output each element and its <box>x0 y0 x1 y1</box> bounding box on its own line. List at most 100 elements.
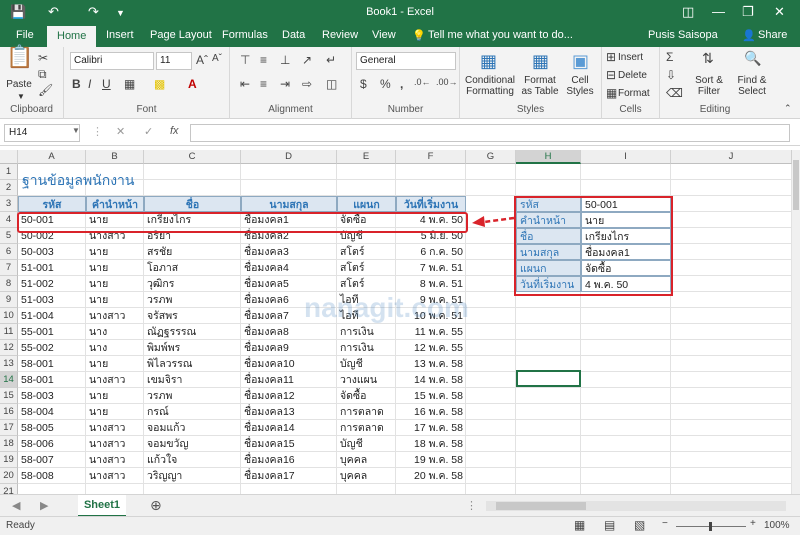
copy-icon[interactable]: ⧉ <box>38 67 47 82</box>
find-select-button[interactable]: Find & Select <box>730 75 774 97</box>
table-cell[interactable]: 55-001 <box>18 324 86 340</box>
table-cell[interactable]: นางสาว <box>86 308 144 324</box>
table-header-cell[interactable]: รหัส <box>18 196 86 212</box>
tab-insert[interactable]: Insert <box>106 29 134 41</box>
find-select-icon[interactable]: 🔍 <box>744 50 761 67</box>
conditional-formatting-button[interactable]: Conditional Formatting <box>462 75 518 97</box>
table-cell[interactable]: 17 พ.ค. 58 <box>396 420 466 436</box>
prev-sheet-icon[interactable]: ◀ <box>12 499 20 512</box>
table-header-cell[interactable]: ชื่อ <box>144 196 241 212</box>
zoom-slider-thumb[interactable] <box>709 522 712 531</box>
zoom-in-icon[interactable]: + <box>750 518 756 529</box>
sheet-tab-sheet1[interactable]: Sheet1 <box>78 495 126 517</box>
table-cell[interactable]: การตลาด <box>337 420 396 436</box>
page-break-view-icon[interactable]: ▧ <box>634 518 645 532</box>
table-cell[interactable]: วุฒิกร <box>144 276 241 292</box>
table-cell[interactable]: 7 พ.ค. 51 <box>396 260 466 276</box>
row-header-9[interactable]: 9 <box>0 292 18 308</box>
align-bottom-icon[interactable]: ⊥ <box>280 53 290 67</box>
table-cell[interactable]: ชื่อมงคล9 <box>241 340 337 356</box>
row-header-16[interactable]: 16 <box>0 404 18 420</box>
paste-button[interactable]: Paste <box>4 79 34 90</box>
underline-icon[interactable]: U <box>102 77 111 91</box>
row-header-21[interactable]: 21 <box>0 484 18 494</box>
table-cell[interactable]: นาย <box>86 260 144 276</box>
table-cell[interactable]: นาย <box>86 276 144 292</box>
fill-color-icon[interactable]: ▩ <box>154 77 165 91</box>
minimize-icon[interactable]: — <box>712 4 725 19</box>
zoom-out-icon[interactable]: − <box>662 518 668 529</box>
table-header-cell[interactable]: วันที่เริ่มงาน <box>396 196 466 212</box>
format-as-table-icon[interactable]: ▦ <box>532 51 549 72</box>
delete-cells-icon[interactable]: ⊟ <box>606 68 616 82</box>
table-cell[interactable]: นางสาว <box>86 452 144 468</box>
autosum-icon[interactable]: Σ <box>666 50 673 64</box>
select-all-corner[interactable] <box>0 150 18 164</box>
row-header-11[interactable]: 11 <box>0 324 18 340</box>
row-header-18[interactable]: 18 <box>0 436 18 452</box>
share-button[interactable]: Share <box>758 29 787 41</box>
table-cell[interactable]: 58-001 <box>18 356 86 372</box>
table-cell[interactable]: จอมแก้ว <box>144 420 241 436</box>
bold-icon[interactable]: B <box>72 77 81 91</box>
row-header-10[interactable]: 10 <box>0 308 18 324</box>
table-cell[interactable]: กรณ์ <box>144 404 241 420</box>
format-as-table-button[interactable]: Format as Table <box>520 75 560 97</box>
row-header-4[interactable]: 4 <box>0 212 18 228</box>
number-format-combo[interactable]: General <box>356 52 456 70</box>
table-cell[interactable]: จอมขวัญ <box>144 436 241 452</box>
indent-icon[interactable]: ⇨ <box>302 77 312 91</box>
row-header-13[interactable]: 13 <box>0 356 18 372</box>
table-cell[interactable]: จัดซื้อ <box>337 388 396 404</box>
row-header-8[interactable]: 8 <box>0 276 18 292</box>
tab-review[interactable]: Review <box>322 29 358 41</box>
col-header-f[interactable]: F <box>396 150 466 164</box>
table-cell[interactable]: 58-007 <box>18 452 86 468</box>
close-icon[interactable]: ✕ <box>774 4 785 20</box>
orientation-icon[interactable]: ↗ <box>302 53 312 67</box>
table-cell[interactable]: 50-003 <box>18 244 86 260</box>
insert-function-icon[interactable]: fx <box>170 125 179 137</box>
cancel-icon[interactable]: ✕ <box>116 125 125 138</box>
table-cell[interactable]: 8 พ.ค. 51 <box>396 276 466 292</box>
table-cell[interactable]: สโตร์ <box>337 276 396 292</box>
table-cell[interactable]: ชื่อมงคล11 <box>241 372 337 388</box>
split-handle-icon[interactable]: ⋮ <box>466 499 477 512</box>
align-left-icon[interactable]: ⇤ <box>240 77 250 91</box>
paste-icon[interactable]: 📋 <box>6 46 33 68</box>
table-cell[interactable]: นางสาว <box>86 436 144 452</box>
table-cell[interactable]: นาย <box>86 292 144 308</box>
format-cells-icon[interactable]: ▦ <box>606 86 617 100</box>
table-cell[interactable]: สโตร์ <box>337 260 396 276</box>
add-sheet-icon[interactable]: ⊕ <box>150 497 162 514</box>
conditional-formatting-icon[interactable]: ▦ <box>480 51 497 72</box>
table-cell[interactable]: 58-001 <box>18 372 86 388</box>
table-cell[interactable]: นาง <box>86 340 144 356</box>
tab-page-layout[interactable]: Page Layout <box>150 29 212 41</box>
wrap-text-icon[interactable]: ↵ <box>326 53 336 67</box>
table-cell[interactable]: 58-004 <box>18 404 86 420</box>
table-cell[interactable]: นางสาว <box>86 420 144 436</box>
tab-home[interactable]: Home <box>47 26 97 47</box>
col-header-c[interactable]: C <box>144 150 241 164</box>
table-cell[interactable]: บัญชี <box>337 436 396 452</box>
table-header-cell[interactable]: แผนก <box>337 196 396 212</box>
row-header-14[interactable]: 14 <box>0 372 18 388</box>
worksheet-grid[interactable]: A B C D E F G H I J 1 2 3 4 5 6 7 8 9 10 11 12 13 14 1… <box>0 150 792 494</box>
table-cell[interactable]: ชื่อมงคล17 <box>241 468 337 484</box>
page-layout-view-icon[interactable]: ▤ <box>604 518 615 532</box>
vertical-scroll-thumb[interactable] <box>793 160 799 210</box>
table-cell[interactable]: พิมพ์พร <box>144 340 241 356</box>
table-cell[interactable]: 51-003 <box>18 292 86 308</box>
tell-me-box[interactable]: Tell me what you want to do... <box>428 29 573 41</box>
table-cell[interactable]: นางสาว <box>86 468 144 484</box>
table-cell[interactable]: 58-006 <box>18 436 86 452</box>
table-cell[interactable]: วรภพ <box>144 388 241 404</box>
table-cell[interactable]: ชื่อมงคล12 <box>241 388 337 404</box>
formula-input[interactable] <box>190 124 790 142</box>
table-cell[interactable]: โอภาส <box>144 260 241 276</box>
font-size-combo[interactable]: 11 <box>156 52 192 70</box>
table-cell[interactable]: ชื่อมงคล10 <box>241 356 337 372</box>
table-cell[interactable]: 51-002 <box>18 276 86 292</box>
paste-dropdown-icon[interactable]: ▼ <box>6 91 36 102</box>
